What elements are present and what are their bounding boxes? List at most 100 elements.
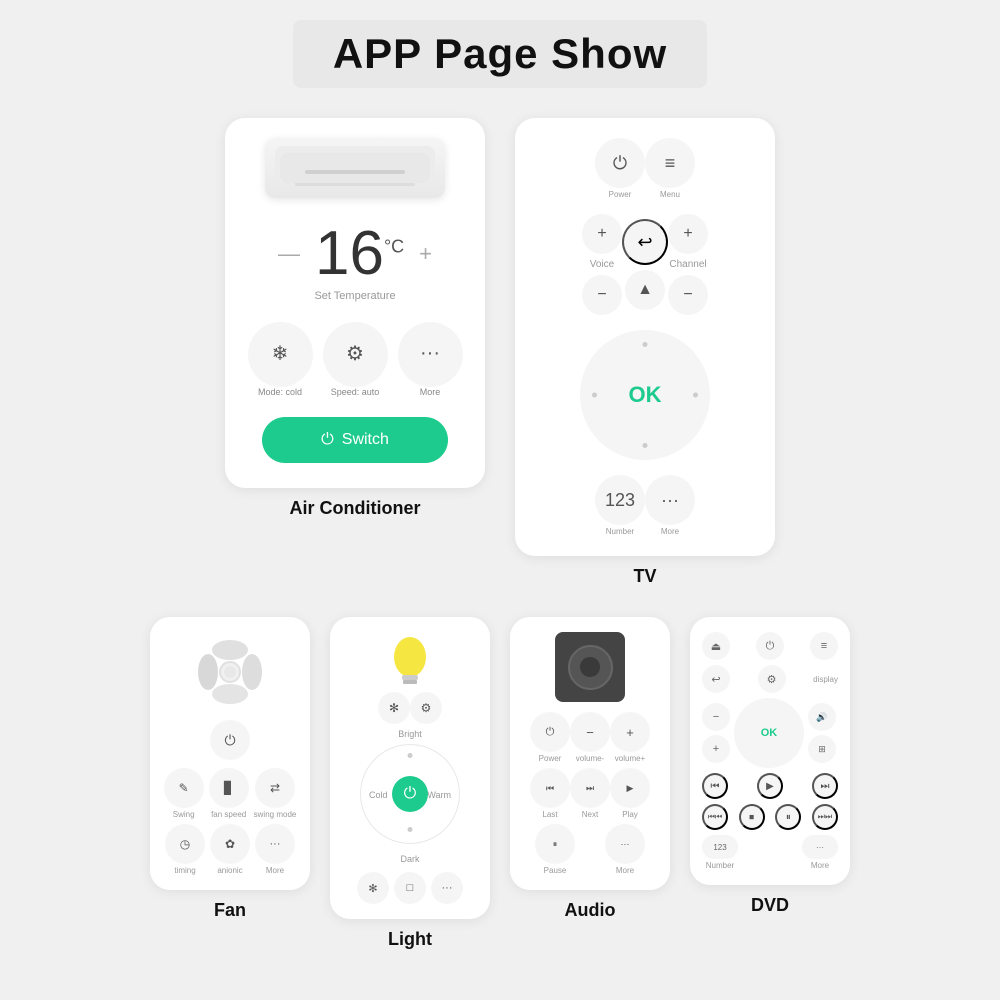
fan-swing-label: Swing [173, 810, 195, 819]
dvd-prev-btn[interactable]: ⏮⏮ [702, 804, 728, 830]
ac-label: Air Conditioner [290, 498, 421, 519]
fan-mode-btn[interactable]: ⇄ [255, 768, 295, 808]
light-dot-bottom [408, 827, 413, 832]
dvd-number-btn[interactable]: 123 [702, 835, 738, 859]
dvd-eject-btn[interactable]: ⏏ [702, 632, 730, 660]
dvd-play-btn[interactable]: ▶ [757, 773, 783, 799]
audio-play-btn[interactable]: ▶ [610, 768, 650, 808]
fan-anionic-label: anionic [217, 866, 242, 875]
swap-icon: ⇄ [270, 781, 280, 795]
power-icon: ⏻ [404, 785, 417, 803]
light-more-btn[interactable]: ··· [431, 872, 463, 904]
light-warm-label: Warm [427, 790, 451, 800]
audio-last-btn[interactable]: ⏮ [530, 768, 570, 808]
dvd-menu-btn[interactable]: ≡ [810, 632, 838, 660]
ac-temp-minus[interactable]: — [278, 241, 300, 267]
audio-vol-plus-label: volume+ [615, 754, 645, 763]
dvd-vol-up-btn[interactable]: 🔊 [808, 703, 836, 731]
speaker-cone [568, 645, 613, 690]
clock-icon: ◷ [180, 837, 190, 851]
fan-anionic-btn[interactable]: ✿ [210, 824, 250, 864]
fan-timing-btn[interactable]: ◷ [165, 824, 205, 864]
dvd-more-btn[interactable]: ··· [802, 835, 838, 859]
audio-vol-minus-label: volume- [576, 754, 604, 763]
audio-vol-down-btn[interactable]: − [570, 712, 610, 752]
audio-next-btn[interactable]: ⏭ [570, 768, 610, 808]
dvd-next-btn[interactable]: ⏭⏭ [812, 804, 838, 830]
audio-label: Audio [565, 900, 616, 921]
page-title: APP Page Show [293, 20, 707, 88]
ac-temp-plus[interactable]: + [419, 241, 432, 267]
audio-power-btn[interactable]: ⏻ [530, 712, 570, 752]
switch-button[interactable]: ⏻ Switch [262, 417, 448, 463]
nav-dot-top [643, 342, 648, 347]
tv-back-btn[interactable]: ↩ [622, 219, 668, 265]
snowflake-icon: ❄ [272, 341, 289, 366]
fan-label: Fan [214, 900, 246, 921]
tv-power-btn[interactable]: ⏻ [595, 138, 645, 188]
light-bottom-btn2[interactable]: □ [394, 872, 426, 904]
dvd-settings-btn[interactable]: ⚙ [758, 665, 786, 693]
ac-mode-label: Mode: cold [258, 387, 302, 397]
dvd-forward-btn[interactable]: ⏭ [812, 773, 838, 799]
dvd-minus-btn[interactable]: − [702, 703, 730, 731]
ac-more-btn[interactable]: ··· [398, 322, 463, 387]
dvd-stop-btn[interactable]: ⏹ [739, 804, 765, 830]
tv-ch-down-btn[interactable]: − [668, 275, 708, 315]
audio-vol-up-btn[interactable]: + [610, 712, 650, 752]
tv-voice-label: Voice [590, 259, 614, 270]
light-cold-label: Cold [369, 790, 388, 800]
light-btn1[interactable]: ✻ [378, 692, 410, 724]
audio-play-label: Play [622, 810, 638, 819]
light-card: ✻ ⚙ Bright Cold Warm ⏻ [330, 617, 490, 919]
fan-power-btn[interactable]: ⏻ [210, 720, 250, 760]
dvd-ok-label: OK [761, 727, 778, 739]
tv-ch-up-btn[interactable]: + [668, 214, 708, 254]
tv-card: ⏻ Power ≡ Menu + Voice − [515, 118, 775, 556]
tv-more-label: More [661, 527, 679, 536]
nav-dot-bottom [643, 443, 648, 448]
dvd-rewind-btn[interactable]: ⏮ [702, 773, 728, 799]
tv-label: TV [633, 566, 656, 587]
dvd-power-btn[interactable]: ⏻ [756, 632, 784, 660]
ac-controls: ❄ Mode: cold ⚙ Speed: auto ··· More [248, 322, 463, 397]
tv-menu-label: Menu [660, 190, 680, 199]
dvd-back-btn[interactable]: ↩ [702, 665, 730, 693]
light-power-btn[interactable]: ⏻ [392, 776, 428, 812]
ac-set-temp-label: Set Temperature [314, 290, 395, 302]
dots-icon: ··· [270, 838, 281, 850]
fan-more-btn[interactable]: ··· [255, 824, 295, 864]
tv-more-btn[interactable]: ··· [645, 475, 695, 525]
ac-mode-btn[interactable]: ❄ [248, 322, 313, 387]
ac-image [265, 138, 445, 198]
light-dark-label: Dark [400, 854, 419, 864]
tv-vol-up-btn[interactable]: + [582, 214, 622, 254]
light-btn2[interactable]: ⚙ [410, 692, 442, 724]
audio-more-label: More [616, 866, 634, 875]
dvd-grid-btn[interactable]: ⊞ [808, 735, 836, 763]
more-icon: ··· [661, 490, 679, 511]
tv-menu-btn[interactable]: ≡ [645, 138, 695, 188]
ac-card: — 16°C + Set Temperature ❄ Mode: cold ⚙ [225, 118, 485, 488]
tv-ok-label[interactable]: OK [629, 382, 662, 408]
fan-swing-btn[interactable]: ✎ [164, 768, 204, 808]
tv-vol-down-btn[interactable]: − [582, 275, 622, 315]
fan-speed-btn[interactable]: ▊ [209, 768, 249, 808]
audio-more-btn[interactable]: ··· [605, 824, 645, 864]
fan-swing-mode-label: swing mode [254, 810, 297, 819]
dots-icon: ··· [420, 342, 440, 365]
dvd-pause-btn[interactable]: ⏸ [775, 804, 801, 830]
tv-number-btn[interactable]: 123 [595, 475, 645, 525]
audio-pause-btn[interactable]: ⏸ [535, 824, 575, 864]
tv-up-btn[interactable]: ▲ [625, 270, 665, 310]
audio-speaker [555, 632, 625, 702]
audio-last-label: Last [542, 810, 557, 819]
dvd-plus-btn[interactable]: + [702, 735, 730, 763]
tv-nav-circle[interactable]: OK [580, 330, 710, 460]
ac-speed-btn[interactable]: ⚙ [323, 322, 388, 387]
switch-label: Switch [342, 431, 389, 449]
pencil-icon: ✎ [179, 781, 189, 795]
light-bottom-btn1[interactable]: ✻ [357, 872, 389, 904]
dvd-nav-circle[interactable]: OK [734, 698, 804, 768]
dvd-more-label: More [811, 861, 829, 870]
